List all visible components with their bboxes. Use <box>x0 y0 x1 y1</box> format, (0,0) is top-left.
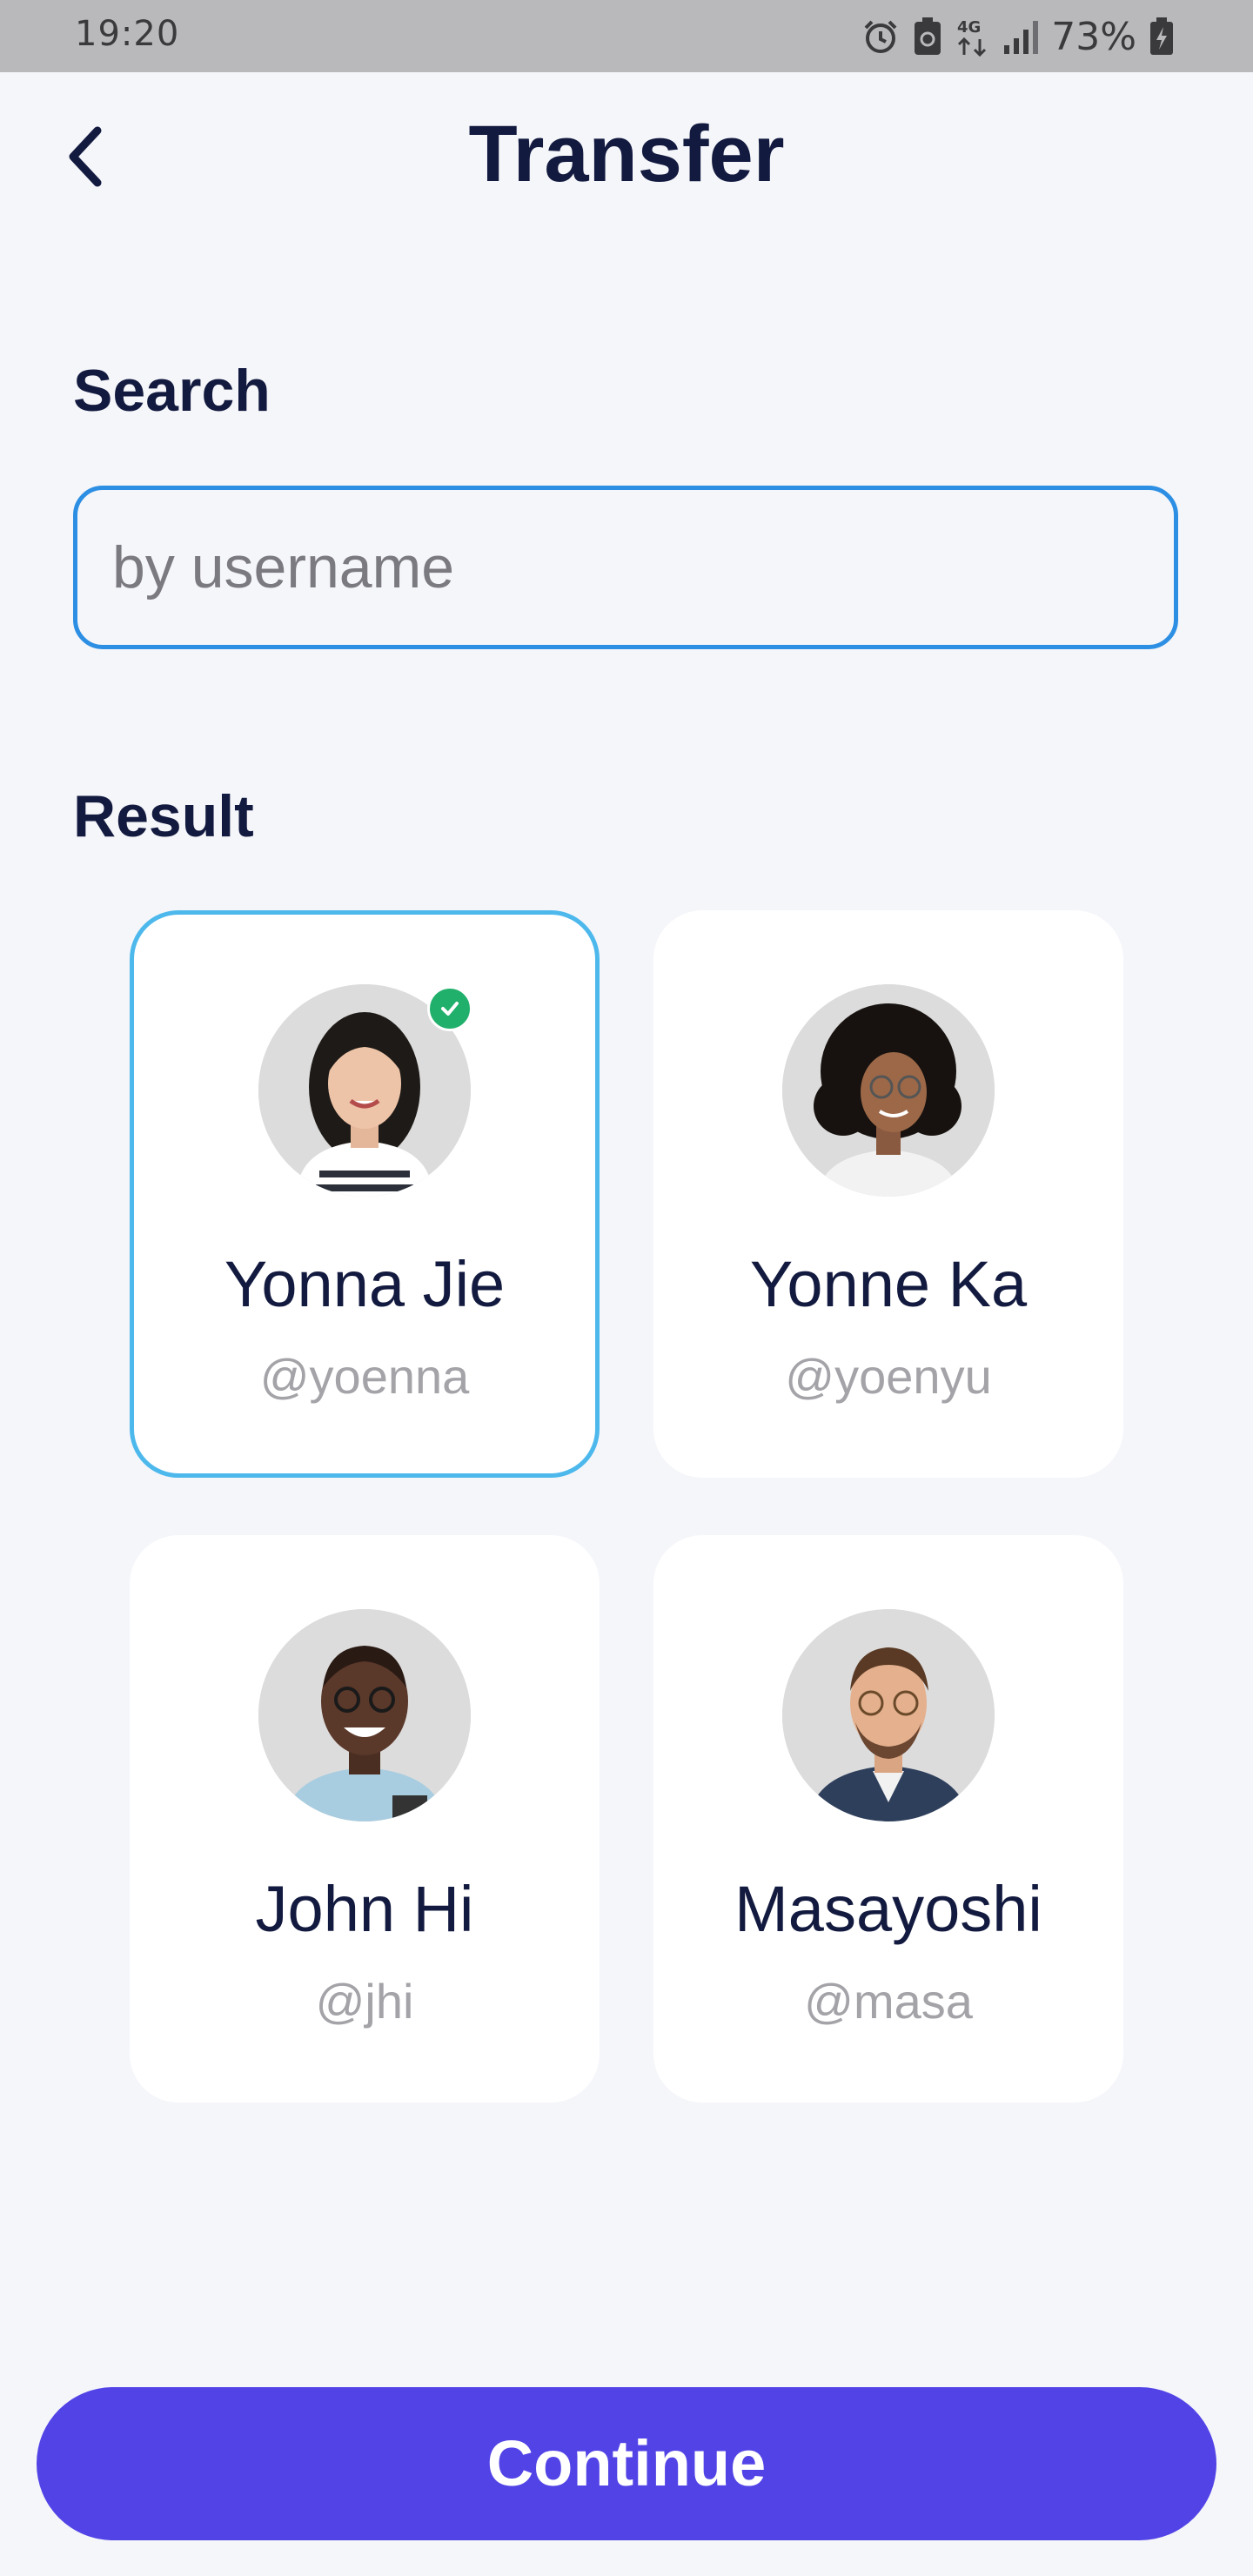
svg-text:4G: 4G <box>957 18 981 37</box>
page-title: Transfer <box>468 110 785 198</box>
user-handle: @yoenyu <box>785 1349 992 1404</box>
selected-check-icon <box>427 986 472 1031</box>
user-handle: @masa <box>804 1974 973 2029</box>
user-card-yonne-ka[interactable]: Yonne Ka @yoenyu <box>653 910 1123 1478</box>
user-name: Masayoshi <box>734 1873 1042 1945</box>
avatar <box>782 984 995 1197</box>
status-time: 19:20 <box>75 14 180 54</box>
battery-saver-icon <box>915 17 941 55</box>
result-label: Result <box>73 783 254 849</box>
status-icons: 4G 73% <box>861 12 1175 61</box>
user-card-yonna-jie[interactable]: Yonna Jie @yoenna <box>130 910 600 1478</box>
search-input[interactable] <box>112 490 1139 645</box>
user-name: Yonne Ka <box>749 1248 1028 1320</box>
status-bar: 19:20 4G 73% <box>0 0 1253 72</box>
network-4g-icon: 4G <box>957 18 987 57</box>
avatar <box>782 1609 995 1821</box>
battery-charging-icon <box>1150 17 1173 55</box>
avatar <box>258 1609 471 1821</box>
user-name: John Hi <box>255 1873 474 1945</box>
search-box[interactable] <box>73 486 1178 649</box>
battery-percentage: 73% <box>1051 14 1136 59</box>
user-name: Yonna Jie <box>224 1248 506 1320</box>
signal-icon <box>1004 21 1039 54</box>
alarm-icon <box>864 20 897 53</box>
user-card-masayoshi[interactable]: Masayoshi @masa <box>653 1535 1123 2103</box>
user-card-john-hi[interactable]: John Hi @jhi <box>130 1535 600 2103</box>
user-handle: @yoenna <box>259 1349 470 1404</box>
user-handle: @jhi <box>315 1974 414 2029</box>
continue-button[interactable]: Continue <box>37 2387 1216 2540</box>
search-label: Search <box>73 358 271 424</box>
